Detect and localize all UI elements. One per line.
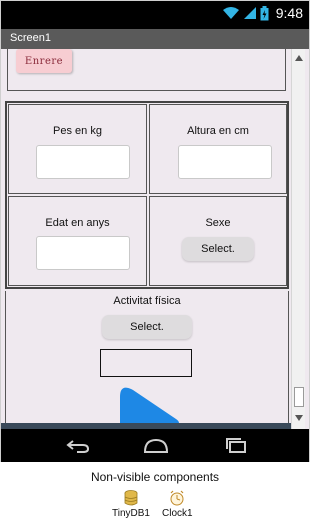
height-input[interactable] [178,145,272,179]
form-table: Pes en kg Altura en cm Edat en anys Sexe… [5,101,289,289]
header-arrangement: Enrere [7,49,286,91]
navigation-bar [1,429,309,462]
database-icon [124,490,138,506]
home-icon[interactable] [141,436,171,456]
sex-label: Sexe [205,217,231,229]
signal-icon [243,7,256,19]
recent-apps-icon[interactable] [221,436,251,456]
scroll-down-arrow-icon[interactable] [292,411,306,425]
app-screen: Enrere Pes en kg Altura en cm Edat en an… [1,49,309,429]
clock-icon [170,490,184,506]
activity-label: Activitat física [113,295,181,307]
scroll-content: Enrere Pes en kg Altura en cm Edat en an… [3,49,291,429]
age-input[interactable] [36,236,130,270]
vertical-scrollbar[interactable] [291,49,305,429]
tinydb-component[interactable]: TinyDB1 [112,490,150,519]
weight-input[interactable] [36,145,130,179]
status-icons: 9:48 [222,5,303,21]
age-label: Edat en anys [45,217,110,229]
play-icon [120,387,179,429]
screen-title: Screen1 [10,32,51,44]
status-time: 9:48 [275,5,303,21]
non-visible-components: Non-visible components TinyDB1 Clock1 [0,464,310,523]
sex-cell: Sexe Select. [149,196,287,286]
phone-frame: 9:48 Screen1 Enrere Pes en kg Altura en … [0,0,310,462]
status-bar: 9:48 [1,1,309,29]
height-label: Altura en cm [187,125,249,137]
back-icon[interactable] [63,436,93,456]
back-button[interactable]: Enrere [16,49,72,73]
sex-select-button[interactable]: Select. [182,237,254,261]
scroll-thumb[interactable] [294,387,304,407]
activity-select-button[interactable]: Select. [102,315,192,339]
activity-result-label [100,349,192,377]
age-cell: Edat en anys [8,196,147,286]
weight-cell: Pes en kg [8,104,147,194]
scroll-up-arrow-icon[interactable] [292,51,306,65]
clock-label: Clock1 [162,508,193,519]
tinydb-label: TinyDB1 [112,508,150,519]
wifi-icon [222,7,239,19]
weight-label: Pes en kg [53,125,102,137]
title-bar: Screen1 [1,29,309,49]
activity-arrangement: Activitat física Select. [5,291,289,429]
back-button-label: Enrere [24,55,64,67]
play-button[interactable] [106,381,184,429]
height-cell: Altura en cm [149,104,287,194]
non-visible-title: Non-visible components [90,470,220,484]
clock-component[interactable]: Clock1 [162,490,193,519]
battery-icon [260,5,269,20]
